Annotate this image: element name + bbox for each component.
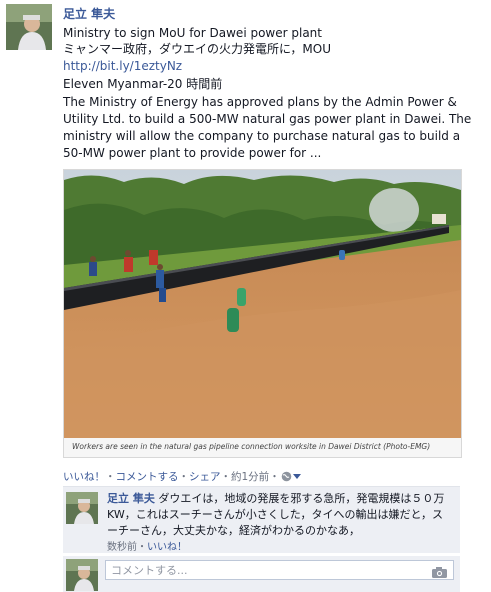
camera-icon[interactable] [432, 565, 447, 585]
comment-input-placeholder: コメントする... [111, 564, 188, 577]
comment-author[interactable]: 足立 隼夫 [107, 492, 155, 505]
audience-chevron-down-icon[interactable] [292, 471, 301, 483]
share-link[interactable]: シェア [189, 471, 221, 483]
separator: ・ [178, 471, 190, 483]
comment-item: 足立 隼夫 ダウエイは，地域の発展を邪する急所，発電規模は５０万KW，これはスー… [107, 491, 452, 556]
like-link[interactable]: いいね！ [63, 471, 105, 483]
comment-like-link[interactable]: いいね！ [147, 542, 187, 553]
comment-link[interactable]: コメントする [116, 471, 179, 483]
my-avatar [66, 559, 98, 591]
privacy-globe-icon[interactable] [281, 471, 292, 485]
pipeline-photo[interactable] [64, 170, 461, 438]
post-title-jp: ミャンマー政府，ダウエイの火力発電所に，MOU [63, 42, 331, 56]
comment-input[interactable]: コメントする... [105, 560, 454, 580]
post-source-time: Eleven Myanmar-20 時間前 [63, 77, 223, 91]
comment-composer: コメントする... [63, 556, 460, 592]
separator: ・ [137, 542, 147, 553]
separator: ・ [269, 471, 280, 483]
comment-meta: 数秒前・いいね！ [107, 542, 187, 553]
separator: ・ [220, 471, 232, 483]
post-author[interactable]: 足立 隼夫 [63, 5, 115, 22]
author-avatar[interactable] [6, 4, 52, 50]
comment-text: ダウエイは，地域の発展を邪する急所，発電規模は５０万KW，これはスーチーさんが小… [107, 492, 445, 537]
commenter-avatar[interactable] [66, 492, 98, 524]
post-title-en: Ministry to sign MoU for Dawei power pla… [63, 26, 322, 40]
post-timestamp[interactable]: 約1分前 [231, 471, 269, 483]
post-body: The Ministry of Energy has approved plan… [63, 95, 472, 160]
comment-list: 足立 隼夫 ダウエイは，地域の発展を邪する急所，発電規模は５０万KW，これはスー… [63, 486, 460, 553]
comment-timestamp[interactable]: 数秒前 [107, 542, 137, 553]
post-link[interactable]: http://bit.ly/1eztyNz [63, 58, 182, 74]
separator: ・ [105, 471, 116, 483]
photo-caption: Workers are seen in the natural gas pipe… [72, 442, 431, 451]
link-preview[interactable]: Workers are seen in the natural gas pipe… [63, 169, 462, 458]
post-actions: いいね！・コメントする・シェア・約1分前・ [63, 469, 301, 485]
